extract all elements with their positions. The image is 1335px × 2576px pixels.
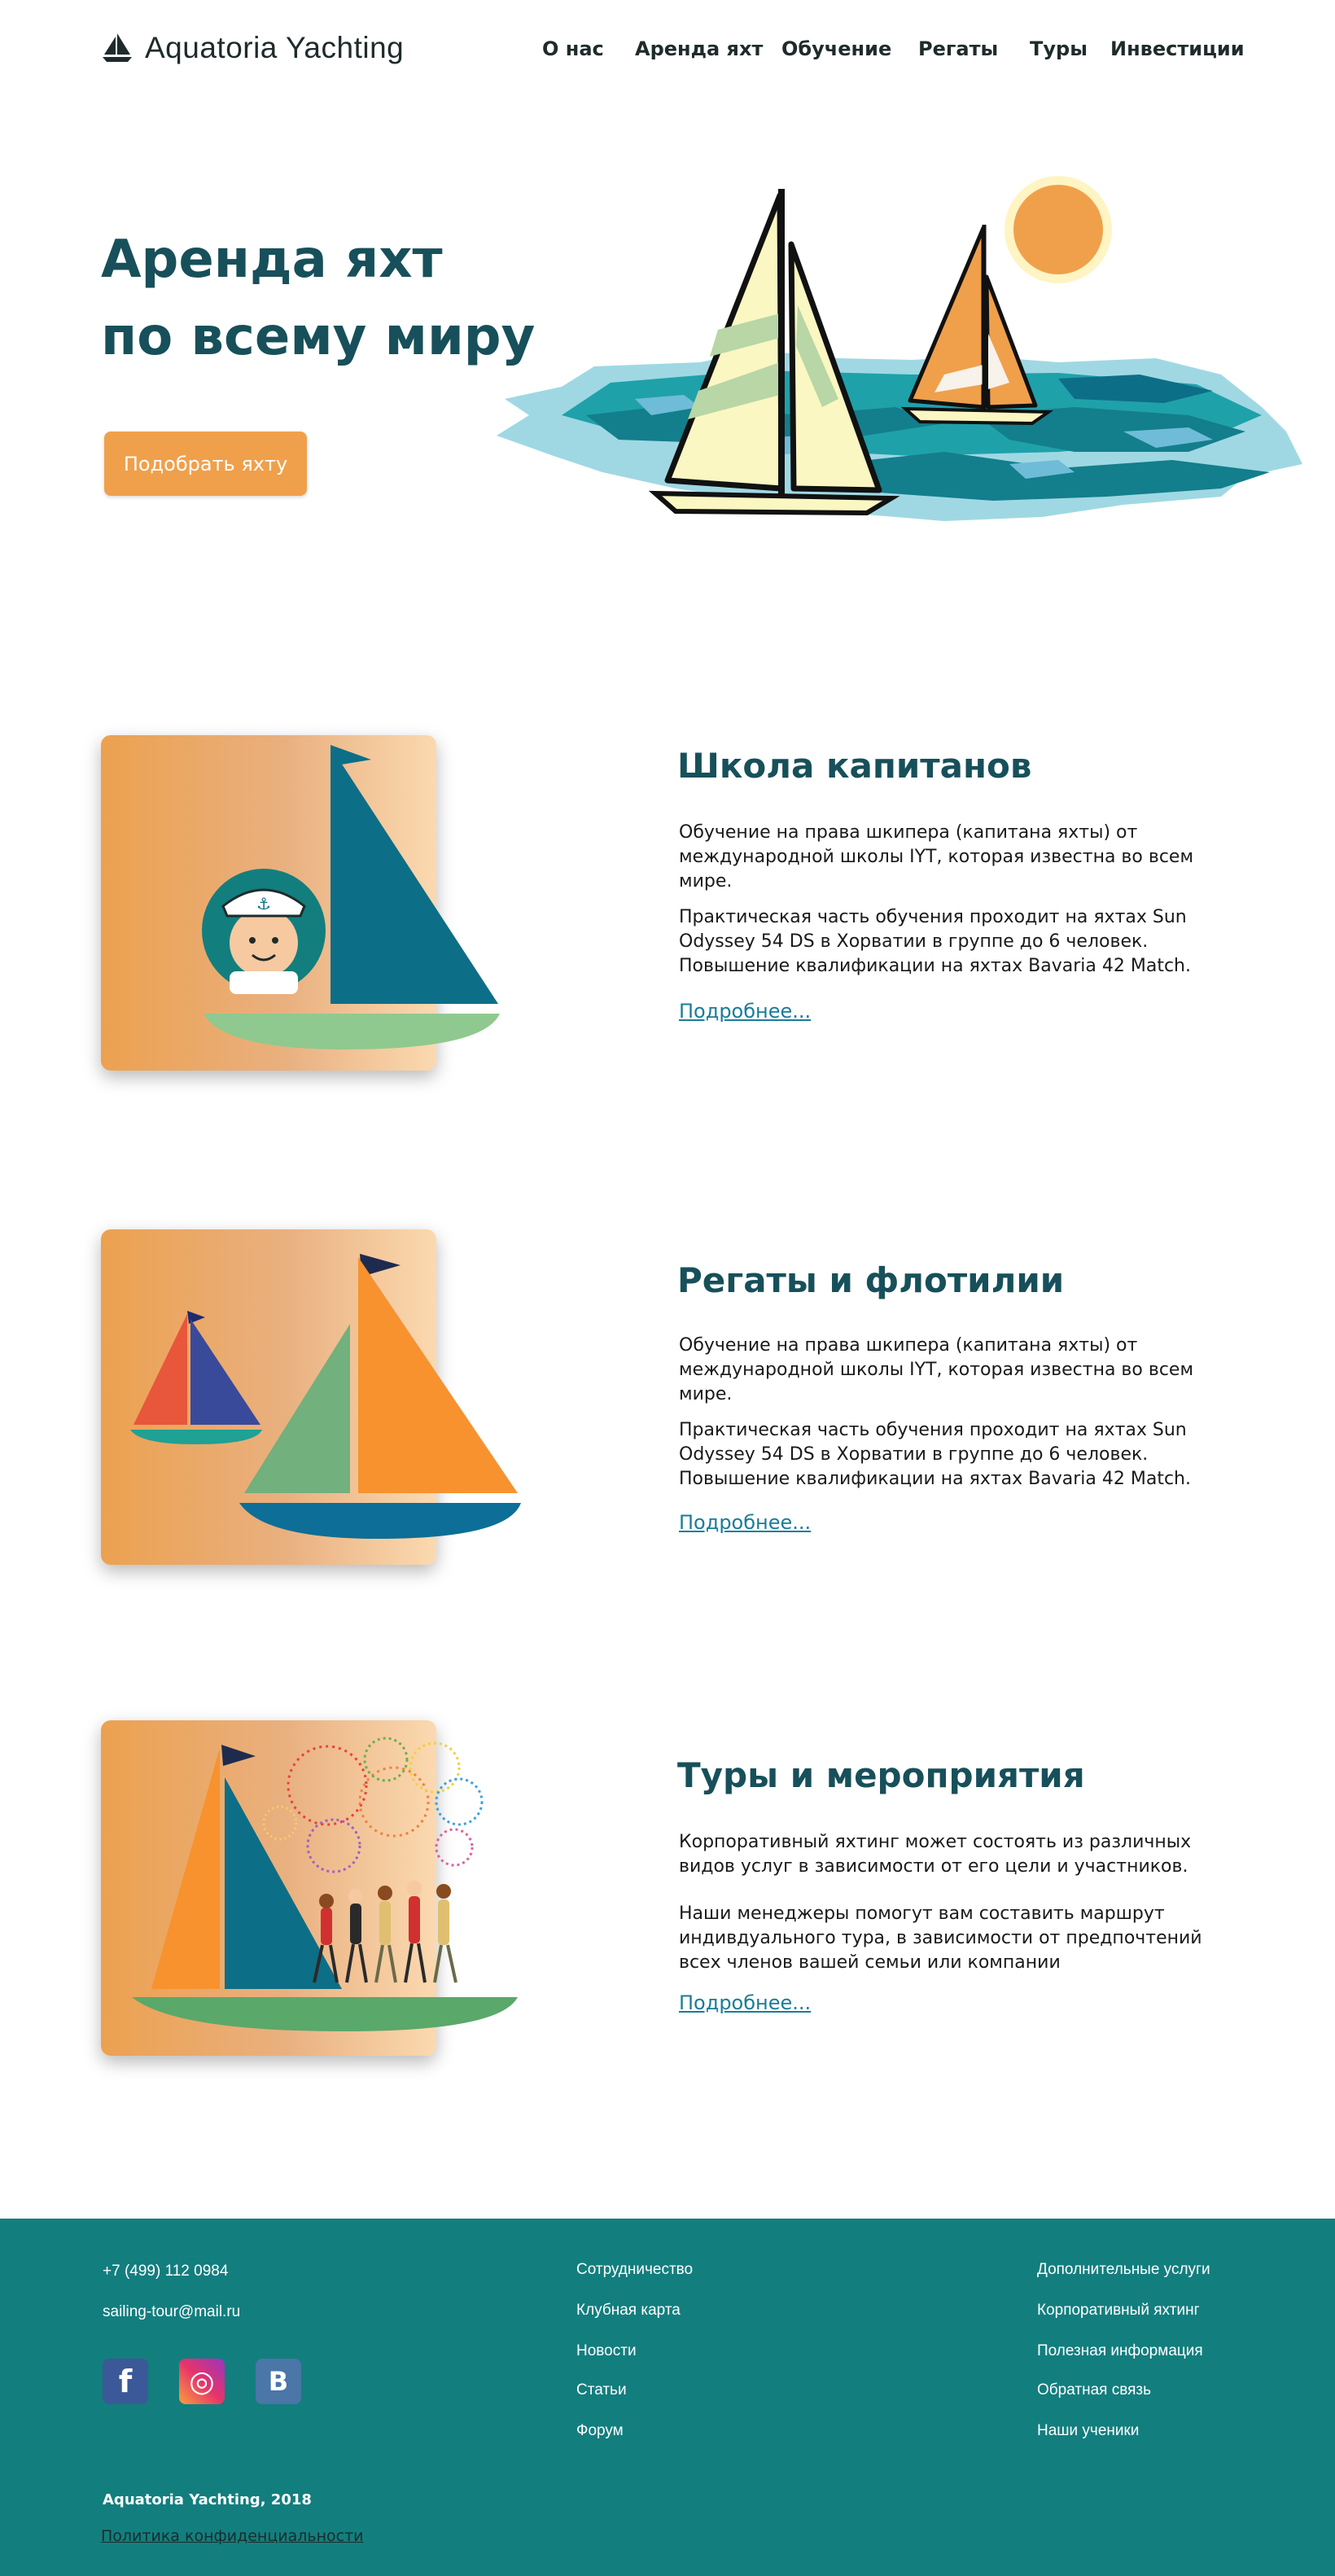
regattas-paragraph-1: Обучение на права шкипера (капитана яхты… xyxy=(679,1335,1194,1404)
footer-link-club-card[interactable]: Клубная карта xyxy=(576,2302,681,2320)
dancing-people xyxy=(313,1881,457,1983)
footer-link-forum[interactable]: Форум xyxy=(576,2422,624,2440)
footer-link-cooperation[interactable]: Сотрудничество xyxy=(576,2261,693,2279)
privacy-policy-link[interactable]: Политика конфиденциальности xyxy=(101,2527,364,2545)
tours-title: Туры и мероприятия xyxy=(677,1755,1085,1795)
captain-school-more-link[interactable]: Подробнее... xyxy=(679,1000,811,1023)
sea-waves xyxy=(497,350,1302,521)
regattas-text: Обучение на права шкипера (капитана яхты… xyxy=(679,1334,1232,1503)
pick-yacht-button[interactable]: Подобрать яхту xyxy=(104,432,307,496)
main-nav: О нас Аренда яхт Обучение Регаты Туры Ин… xyxy=(0,37,1335,70)
regattas-illustration xyxy=(130,1254,521,1539)
tours-illustration xyxy=(132,1737,518,2031)
footer-link-useful-info[interactable]: Полезная информация xyxy=(1037,2342,1203,2360)
site-footer: +7 (499) 112 0984 sailing-tour@mail.ru f… xyxy=(0,2219,1335,2576)
nav-tours[interactable]: Туры xyxy=(1030,37,1088,60)
nav-yacht-rental[interactable]: Аренда яхт xyxy=(635,37,763,60)
footer-link-corporate-yachting[interactable]: Корпоративный яхтинг xyxy=(1037,2302,1200,2320)
sun-icon xyxy=(1013,185,1103,274)
facebook-icon[interactable]: f xyxy=(103,2359,148,2404)
regattas-card xyxy=(101,1229,521,1565)
footer-link-articles[interactable]: Статьи xyxy=(576,2381,627,2399)
hero-title-line2: по всему миру xyxy=(101,307,536,367)
site-header: Aquatoria Yachting О нас Аренда яхт Обуч… xyxy=(0,0,1335,106)
instagram-icon[interactable]: ◎ xyxy=(179,2359,225,2404)
regattas-paragraph-2: Практическая часть обучения проходит на … xyxy=(679,1420,1191,1489)
hero-title: Аренда яхт по всему миру xyxy=(101,221,535,376)
vk-icon[interactable]: B xyxy=(256,2359,301,2404)
footer-link-students[interactable]: Наши ученики xyxy=(1037,2422,1139,2440)
nav-investments[interactable]: Инвестиции xyxy=(1110,37,1245,60)
captain-school-paragraph-2: Практическая часть обучения проходит на … xyxy=(679,907,1191,976)
nav-about[interactable]: О нас xyxy=(542,37,604,60)
regattas-more-link[interactable]: Подробнее... xyxy=(679,1511,811,1534)
footer-link-news[interactable]: Новости xyxy=(576,2342,637,2360)
tours-card xyxy=(101,1720,518,2056)
hero-title-line1: Аренда яхт xyxy=(101,230,443,290)
nav-training[interactable]: Обучение xyxy=(781,37,891,60)
captain-school-paragraph-1: Обучение на права шкипера (капитана яхты… xyxy=(679,822,1194,892)
big-sailboat xyxy=(648,189,900,516)
footer-phone[interactable]: +7 (499) 112 0984 xyxy=(103,2263,228,2280)
captain-school-card: ⚓ xyxy=(101,735,500,1071)
footer-link-feedback[interactable]: Обратная связь xyxy=(1037,2381,1151,2399)
captain-school-text: Обучение на права шкипера (капитана яхты… xyxy=(679,821,1232,990)
tours-more-link[interactable]: Подробнее... xyxy=(679,1991,811,2014)
nav-regattas[interactable]: Регаты xyxy=(918,37,998,60)
regattas-title: Регаты и флотилии xyxy=(677,1260,1065,1300)
tours-text: Корпоративный яхтинг может состоять из р… xyxy=(679,1830,1232,1987)
footer-email[interactable]: sailing-tour@mail.ru xyxy=(103,2303,240,2321)
fireworks xyxy=(262,1737,484,1873)
footer-link-extra-services[interactable]: Дополнительные услуги xyxy=(1037,2261,1210,2279)
tours-paragraph-2: Наши менеджеры помогут вам составить мар… xyxy=(679,1904,1202,1973)
hero-sailboats-illustration xyxy=(497,176,1302,521)
captain-school-title: Школа капитанов xyxy=(677,746,1032,786)
svg-text:⚓: ⚓ xyxy=(256,894,271,913)
tours-paragraph-1: Корпоративный яхтинг может состоять из р… xyxy=(679,1832,1192,1877)
captain-school-illustration: ⚓ xyxy=(202,745,500,1049)
footer-copyright: Aquatoria Yachting, 2018 xyxy=(103,2491,312,2508)
